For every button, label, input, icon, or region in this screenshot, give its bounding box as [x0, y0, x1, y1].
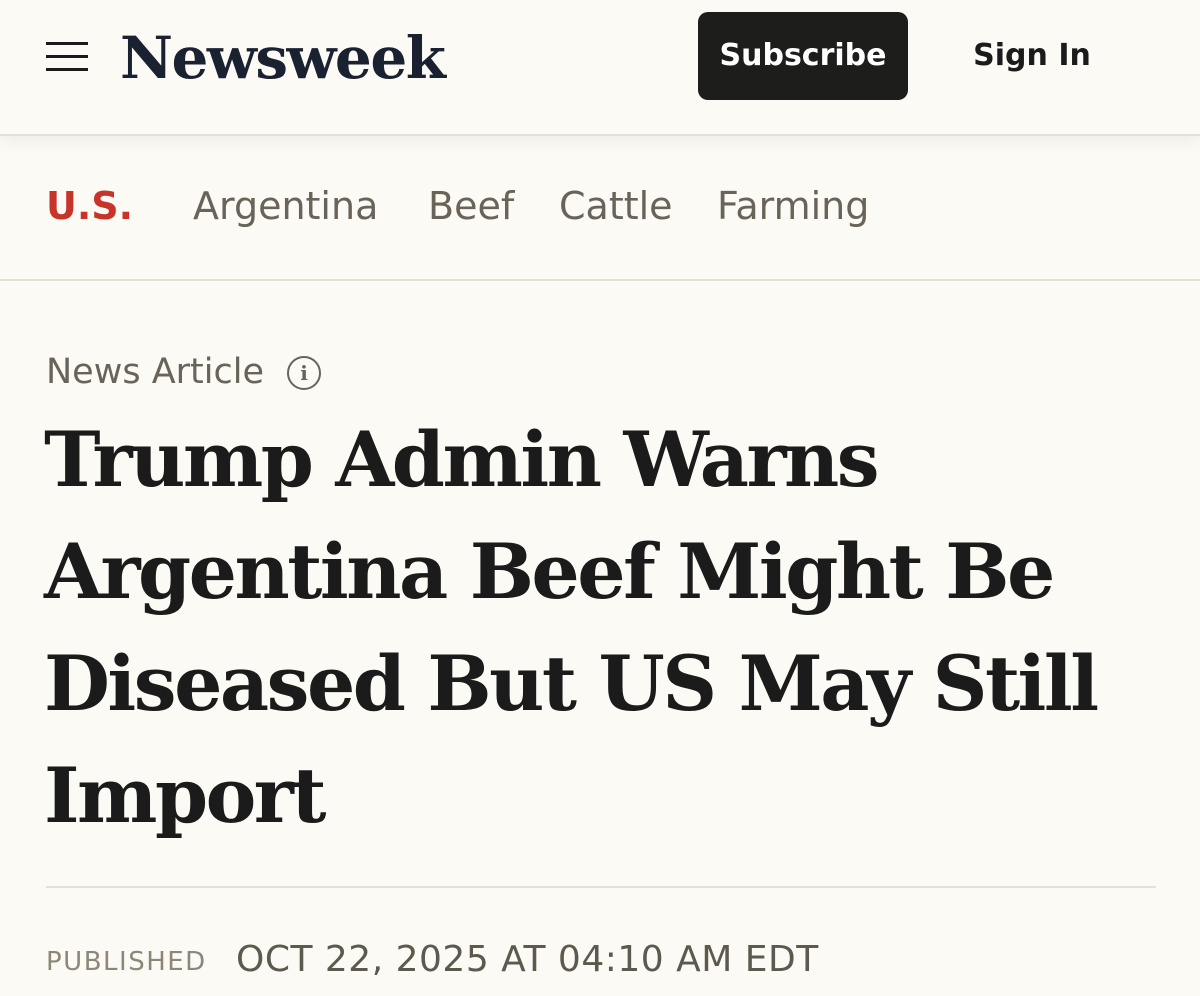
topic-beef[interactable]: Beef: [428, 180, 514, 232]
subscribe-button[interactable]: Subscribe: [698, 12, 908, 100]
divider: [46, 886, 1156, 888]
topic-argentina[interactable]: Argentina: [193, 180, 378, 232]
article-type-label: News Article: [46, 352, 264, 392]
article-headline: Trump Admin Warns Argentina Beef Might B…: [44, 415, 1099, 840]
site-header: Newsweek Subscribe Sign In: [0, 0, 1200, 136]
published-date: OCT 22, 2025 AT 04:10 AM EDT: [236, 939, 819, 980]
newsweek-logo[interactable]: Newsweek: [120, 18, 446, 98]
published-label: PUBLISHED: [46, 947, 207, 977]
topic-us[interactable]: U.S.: [46, 180, 133, 232]
sign-in-button[interactable]: Sign In: [952, 12, 1112, 100]
topic-nav: U.S. Argentina Beef Cattle Farming: [0, 136, 1200, 281]
hamburger-menu-icon[interactable]: [46, 38, 88, 74]
topic-cattle[interactable]: Cattle: [559, 180, 673, 232]
topic-farming[interactable]: Farming: [717, 180, 869, 232]
info-icon[interactable]: i: [287, 356, 321, 390]
